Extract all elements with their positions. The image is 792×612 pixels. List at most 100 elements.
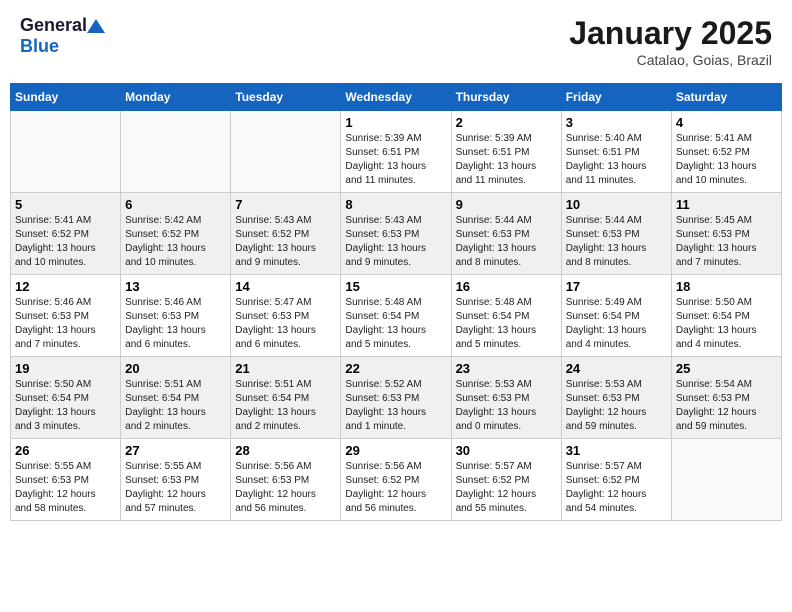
day-number: 12: [15, 279, 116, 294]
day-number: 13: [125, 279, 226, 294]
day-number: 8: [345, 197, 446, 212]
calendar-cell: 10Sunrise: 5:44 AMSunset: 6:53 PMDayligh…: [561, 193, 671, 275]
day-number: 16: [456, 279, 557, 294]
day-number: 22: [345, 361, 446, 376]
day-number: 19: [15, 361, 116, 376]
calendar-cell: 11Sunrise: 5:45 AMSunset: 6:53 PMDayligh…: [671, 193, 781, 275]
weekday-header-monday: Monday: [121, 84, 231, 111]
week-row-2: 5 Sunrise: 5:41 AMSunset: 6:52 PMDaylight…: [11, 193, 782, 275]
calendar-cell: 6 Sunrise: 5:42 AMSunset: 6:52 PMDaylight…: [121, 193, 231, 275]
day-number: 9: [456, 197, 557, 212]
logo-blue-text: Blue: [20, 36, 59, 57]
calendar-cell: 12Sunrise: 5:46 AMSunset: 6:53 PMDayligh…: [11, 275, 121, 357]
day-number: 28: [235, 443, 336, 458]
calendar-cell: 21Sunrise: 5:51 AMSunset: 6:54 PMDayligh…: [231, 357, 341, 439]
day-number: 25: [676, 361, 777, 376]
day-number: 17: [566, 279, 667, 294]
day-info: Sunrise: 5:41 AMSunset: 6:52 PMDaylight:…: [15, 214, 116, 270]
weekday-header-saturday: Saturday: [671, 84, 781, 111]
calendar-cell: 31 Sunrise: 5:57 AMSunset: 6:52 PMDayligh…: [561, 439, 671, 521]
weekday-header-sunday: Sunday: [11, 84, 121, 111]
day-number: 11: [676, 197, 777, 212]
calendar-cell: 18 Sunrise: 5:50 AMSunset: 6:54 PMDayligh…: [671, 275, 781, 357]
calendar-cell: 17 Sunrise: 5:49 AMSunset: 6:54 PMDayligh…: [561, 275, 671, 357]
day-info: Sunrise: 5:43 AMSunset: 6:53 PMDaylight:…: [345, 214, 446, 270]
logo-triangle-icon: [87, 19, 105, 33]
weekday-header-tuesday: Tuesday: [231, 84, 341, 111]
location-text: Catalao, Goias, Brazil: [569, 52, 772, 68]
day-number: 5: [15, 197, 116, 212]
day-number: 29: [345, 443, 446, 458]
weekday-header-thursday: Thursday: [451, 84, 561, 111]
day-info: Sunrise: 5:50 AMSunset: 6:54 PMDaylight:…: [15, 378, 116, 434]
day-info: Sunrise: 5:44 AMSunset: 6:53 PMDaylight:…: [566, 214, 667, 270]
calendar-cell: 5 Sunrise: 5:41 AMSunset: 6:52 PMDaylight…: [11, 193, 121, 275]
day-number: 18: [676, 279, 777, 294]
calendar-cell: [671, 439, 781, 521]
calendar-cell: 20 Sunrise: 5:51 AMSunset: 6:54 PMDayligh…: [121, 357, 231, 439]
month-title: January 2025: [569, 15, 772, 52]
calendar-cell: 26 Sunrise: 5:55 AMSunset: 6:53 PMDayligh…: [11, 439, 121, 521]
weekday-header-friday: Friday: [561, 84, 671, 111]
calendar-cell: 30 Sunrise: 5:57 AMSunset: 6:52 PMDayligh…: [451, 439, 561, 521]
calendar-cell: 1 Sunrise: 5:39 AMSunset: 6:51 PMDaylight…: [341, 111, 451, 193]
day-info: Sunrise: 5:39 AMSunset: 6:51 PMDaylight:…: [345, 132, 446, 188]
day-info: Sunrise: 5:56 AMSunset: 6:53 PMDaylight:…: [235, 460, 336, 516]
weekday-header-row: SundayMondayTuesdayWednesdayThursdayFrid…: [11, 84, 782, 111]
day-info: Sunrise: 5:51 AMSunset: 6:54 PMDaylight:…: [125, 378, 226, 434]
day-number: 30: [456, 443, 557, 458]
calendar-cell: 15Sunrise: 5:48 AMSunset: 6:54 PMDayligh…: [341, 275, 451, 357]
day-number: 21: [235, 361, 336, 376]
day-info: Sunrise: 5:46 AMSunset: 6:53 PMDaylight:…: [125, 296, 226, 352]
calendar-cell: 13 Sunrise: 5:46 AMSunset: 6:53 PMDayligh…: [121, 275, 231, 357]
page-header: General Blue January 2025 Catalao, Goias…: [10, 10, 782, 73]
calendar-cell: 16 Sunrise: 5:48 AMSunset: 6:54 PMDayligh…: [451, 275, 561, 357]
day-info: Sunrise: 5:43 AMSunset: 6:52 PMDaylight:…: [235, 214, 336, 270]
calendar-cell: [231, 111, 341, 193]
day-number: 24: [566, 361, 667, 376]
calendar-table: SundayMondayTuesdayWednesdayThursdayFrid…: [10, 83, 782, 521]
day-number: 27: [125, 443, 226, 458]
day-info: Sunrise: 5:44 AMSunset: 6:53 PMDaylight:…: [456, 214, 557, 270]
day-info: Sunrise: 5:53 AMSunset: 6:53 PMDaylight:…: [566, 378, 667, 434]
day-info: Sunrise: 5:53 AMSunset: 6:53 PMDaylight:…: [456, 378, 557, 434]
calendar-cell: 29 Sunrise: 5:56 AMSunset: 6:52 PMDayligh…: [341, 439, 451, 521]
day-info: Sunrise: 5:48 AMSunset: 6:54 PMDaylight:…: [345, 296, 446, 352]
logo-general-text: General: [20, 15, 87, 36]
calendar-cell: 2 Sunrise: 5:39 AMSunset: 6:51 PMDaylight…: [451, 111, 561, 193]
day-info: Sunrise: 5:55 AMSunset: 6:53 PMDaylight:…: [125, 460, 226, 516]
calendar-cell: 25 Sunrise: 5:54 AMSunset: 6:53 PMDayligh…: [671, 357, 781, 439]
day-number: 6: [125, 197, 226, 212]
calendar-cell: [11, 111, 121, 193]
calendar-cell: 7 Sunrise: 5:43 AMSunset: 6:52 PMDaylight…: [231, 193, 341, 275]
day-number: 20: [125, 361, 226, 376]
day-number: 7: [235, 197, 336, 212]
day-info: Sunrise: 5:57 AMSunset: 6:52 PMDaylight:…: [566, 460, 667, 516]
day-info: Sunrise: 5:48 AMSunset: 6:54 PMDaylight:…: [456, 296, 557, 352]
day-info: Sunrise: 5:41 AMSunset: 6:52 PMDaylight:…: [676, 132, 777, 188]
day-number: 4: [676, 115, 777, 130]
calendar-cell: 9 Sunrise: 5:44 AMSunset: 6:53 PMDaylight…: [451, 193, 561, 275]
day-number: 23: [456, 361, 557, 376]
calendar-cell: 19 Sunrise: 5:50 AMSunset: 6:54 PMDayligh…: [11, 357, 121, 439]
day-number: 2: [456, 115, 557, 130]
day-info: Sunrise: 5:56 AMSunset: 6:52 PMDaylight:…: [345, 460, 446, 516]
day-info: Sunrise: 5:42 AMSunset: 6:52 PMDaylight:…: [125, 214, 226, 270]
day-number: 26: [15, 443, 116, 458]
day-number: 1: [345, 115, 446, 130]
calendar-cell: 4 Sunrise: 5:41 AMSunset: 6:52 PMDaylight…: [671, 111, 781, 193]
week-row-5: 26 Sunrise: 5:55 AMSunset: 6:53 PMDayligh…: [11, 439, 782, 521]
week-row-4: 19 Sunrise: 5:50 AMSunset: 6:54 PMDayligh…: [11, 357, 782, 439]
day-number: 31: [566, 443, 667, 458]
day-info: Sunrise: 5:57 AMSunset: 6:52 PMDaylight:…: [456, 460, 557, 516]
day-info: Sunrise: 5:49 AMSunset: 6:54 PMDaylight:…: [566, 296, 667, 352]
calendar-cell: 14Sunrise: 5:47 AMSunset: 6:53 PMDayligh…: [231, 275, 341, 357]
day-info: Sunrise: 5:54 AMSunset: 6:53 PMDaylight:…: [676, 378, 777, 434]
day-info: Sunrise: 5:40 AMSunset: 6:51 PMDaylight:…: [566, 132, 667, 188]
calendar-cell: 28 Sunrise: 5:56 AMSunset: 6:53 PMDayligh…: [231, 439, 341, 521]
day-info: Sunrise: 5:55 AMSunset: 6:53 PMDaylight:…: [15, 460, 116, 516]
title-area: January 2025 Catalao, Goias, Brazil: [569, 15, 772, 68]
day-info: Sunrise: 5:47 AMSunset: 6:53 PMDaylight:…: [235, 296, 336, 352]
day-info: Sunrise: 5:50 AMSunset: 6:54 PMDaylight:…: [676, 296, 777, 352]
day-info: Sunrise: 5:39 AMSunset: 6:51 PMDaylight:…: [456, 132, 557, 188]
